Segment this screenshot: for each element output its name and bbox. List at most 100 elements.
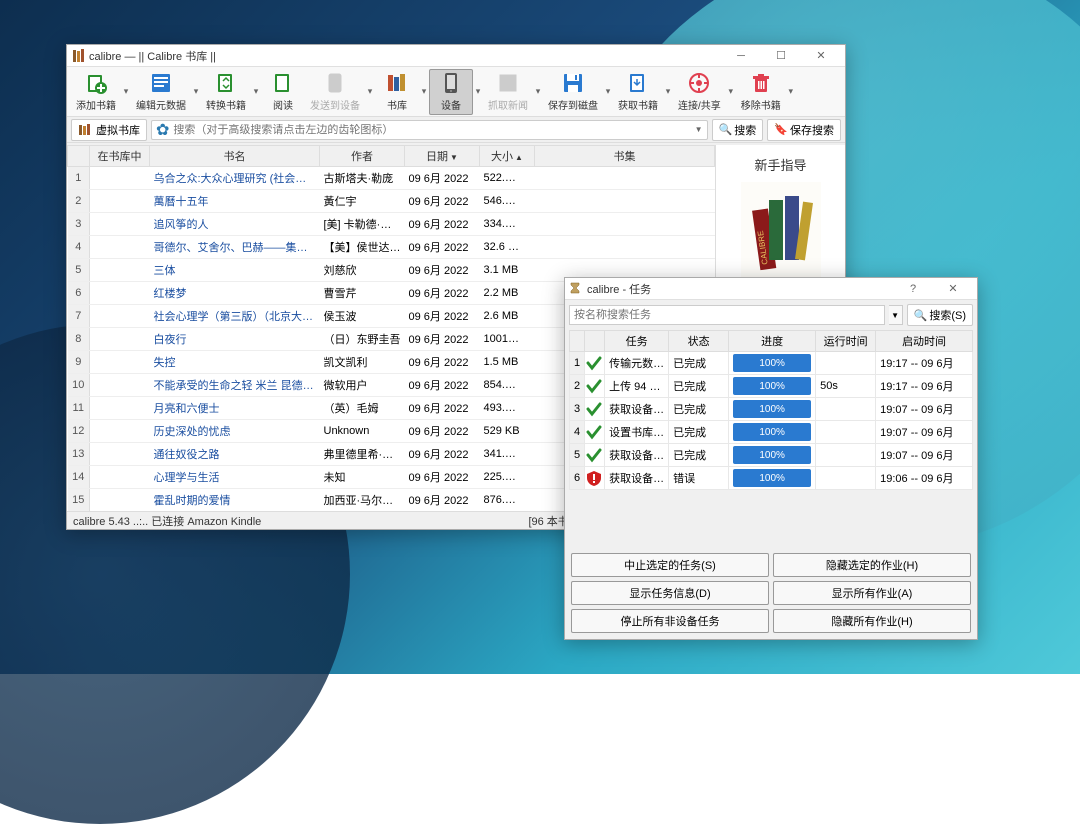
col-series[interactable]: 书集 [535, 146, 715, 167]
book-author: 微软用户 [320, 374, 405, 397]
minimize-button[interactable]: ─ [721, 45, 761, 67]
bookmark-icon: 🔖 [774, 123, 788, 136]
task-row[interactable]: 1 传输元数… 已完成 100% 19:17 -- 09 6月 [570, 352, 973, 375]
task-row[interactable]: 4 设置书库… 已完成 100% 19:07 -- 09 6月 [570, 421, 973, 444]
col-rownum[interactable] [68, 146, 90, 167]
tcol-progress[interactable]: 进度 [729, 331, 816, 352]
book-date: 09 6月 2022 [405, 374, 480, 397]
hide-selected-button[interactable]: 隐藏选定的作业(H) [773, 553, 971, 577]
read-button[interactable]: 阅读 [261, 69, 305, 115]
col-author[interactable]: 作者 [320, 146, 405, 167]
book-size: 1.5 MB [480, 351, 535, 374]
add-dropdown-arrow[interactable]: ▾ [121, 86, 131, 97]
task-search-dropdown[interactable]: ▼ [889, 305, 903, 325]
save-search-button[interactable]: 🔖 保存搜索 [767, 119, 841, 141]
tcol-starttime[interactable]: 启动时间 [876, 331, 973, 352]
task-row[interactable]: 3 获取设备… 已完成 100% 19:07 -- 09 6月 [570, 398, 973, 421]
check-icon [585, 375, 605, 398]
task-row[interactable]: 6 获取设备… 错误 100% 19:06 -- 09 6月 [570, 467, 973, 490]
main-window-title: calibre — || Calibre 书库 || [89, 48, 721, 64]
tasks-titlebar[interactable]: calibre - 任务 ? ✕ [565, 278, 977, 300]
gear-icon[interactable]: ✿ [156, 120, 169, 140]
task-name: 传输元数… [605, 352, 669, 375]
convert-button[interactable]: 转换书籍 [201, 69, 251, 115]
convert-dropdown-arrow[interactable]: ▾ [251, 86, 261, 97]
tasks-close-button[interactable]: ✕ [933, 278, 973, 300]
tcol-task[interactable]: 任务 [605, 331, 669, 352]
maximize-button[interactable]: ☐ [761, 45, 801, 67]
search-input-wrap: ✿ ▼ [151, 120, 708, 140]
send-dropdown-arrow[interactable]: ▾ [365, 86, 375, 97]
fetch-dropdown-arrow[interactable]: ▾ [533, 86, 543, 97]
check-icon [585, 398, 605, 421]
library-dropdown-arrow[interactable]: ▾ [419, 86, 429, 97]
book-cover-image[interactable]: CALIBRE [741, 182, 821, 282]
stop-nondevice-button[interactable]: 停止所有非设备任务 [571, 609, 769, 633]
search-input[interactable] [173, 124, 694, 136]
task-search-input[interactable] [569, 305, 885, 325]
save-button[interactable]: 保存到磁盘 [543, 69, 603, 115]
close-button[interactable]: ✕ [801, 45, 841, 67]
task-status: 已完成 [669, 444, 729, 467]
main-titlebar[interactable]: calibre — || Calibre 书库 || ─ ☐ ✕ [67, 45, 845, 67]
editmeta-dropdown-arrow[interactable]: ▾ [191, 86, 201, 97]
fetch-button[interactable]: 抓取新闻 [483, 69, 533, 115]
table-row[interactable]: 3 追风筝的人 [美] 卡勒德·胡赛尼 09 6月 2022 334.… [68, 213, 715, 236]
device-button[interactable]: 设备 [429, 69, 473, 115]
task-search-button[interactable]: 🔍 搜索(S) [907, 304, 973, 326]
device-dropdown-arrow[interactable]: ▾ [473, 86, 483, 97]
book-size: 32.6 … [480, 236, 535, 259]
library-button[interactable]: 书库 [375, 69, 419, 115]
col-size[interactable]: 大小▲ [480, 146, 535, 167]
book-size: 2.6 MB [480, 305, 535, 328]
hide-all-button[interactable]: 隐藏所有作业(H) [773, 609, 971, 633]
task-row[interactable]: 2 上传 94 … 已完成 100% 50s 19:17 -- 09 6月 [570, 375, 973, 398]
search-button[interactable]: 🔍 搜索 [712, 119, 764, 141]
save-dropdown-arrow[interactable]: ▾ [603, 86, 613, 97]
editmeta-button[interactable]: 编辑元数据 [131, 69, 191, 115]
table-row[interactable]: 1 乌合之众:大众心理研究 (社会学经典名… 古斯塔夫·勒庞 09 6月 202… [68, 167, 715, 190]
book-title: 红楼梦 [150, 282, 320, 305]
get-dropdown-arrow[interactable]: ▾ [663, 86, 673, 97]
table-row[interactable]: 2 萬曆十五年 黃仁宇 09 6月 2022 546.… [68, 190, 715, 213]
remove-button[interactable]: 移除书籍 [736, 69, 786, 115]
connect-dropdown-arrow[interactable]: ▾ [726, 86, 736, 97]
tasks-table[interactable]: 任务 状态 进度 运行时间 启动时间 1 传输元数… 已完成 100% 19:1… [569, 330, 973, 490]
book-author: Unknown [320, 420, 405, 443]
remove-dropdown-arrow[interactable]: ▾ [786, 86, 796, 97]
send-button[interactable]: 发送到设备 [305, 69, 365, 115]
table-row[interactable]: 4 哥德尔、艾舍尔、巴赫——集异璧之大… 【美】侯世达 & … 09 6月 20… [68, 236, 715, 259]
book-title: 追风筝的人 [150, 213, 320, 236]
book-title: 通往奴役之路 [150, 443, 320, 466]
dropdown-icon[interactable]: ▼ [695, 125, 703, 134]
book-author: 刘慈欣 [320, 259, 405, 282]
search-icon: 🔍 [719, 123, 733, 136]
tcol-icon[interactable] [585, 331, 605, 352]
tcol-rownum[interactable] [570, 331, 585, 352]
book-title: 心理学与生活 [150, 466, 320, 489]
tcol-runtime[interactable]: 运行时间 [816, 331, 876, 352]
book-author: [美] 卡勒德·胡赛尼 [320, 213, 405, 236]
task-row[interactable]: 5 获取设备… 已完成 100% 19:07 -- 09 6月 [570, 444, 973, 467]
book-title: 白夜行 [150, 328, 320, 351]
tcol-status[interactable]: 状态 [669, 331, 729, 352]
show-all-button[interactable]: 显示所有作业(A) [773, 581, 971, 605]
col-title[interactable]: 书名 [150, 146, 320, 167]
task-status: 已完成 [669, 352, 729, 375]
virtual-library-button[interactable]: 虚拟书库 [71, 119, 147, 141]
book-title: 月亮和六便士 [150, 397, 320, 420]
main-toolbar: 添加书籍▾编辑元数据▾转换书籍▾阅读发送到设备▾书库▾设备▾抓取新闻▾保存到磁盘… [67, 67, 845, 117]
progress-bar: 100% [733, 469, 811, 487]
col-date[interactable]: 日期▼ [405, 146, 480, 167]
add-button[interactable]: 添加书籍 [71, 69, 121, 115]
stop-selected-button[interactable]: 中止选定的任务(S) [571, 553, 769, 577]
show-details-button[interactable]: 显示任务信息(D) [571, 581, 769, 605]
connect-button[interactable]: 连接/共享 [673, 69, 726, 115]
get-button[interactable]: 获取书籍 [613, 69, 663, 115]
col-inlib[interactable]: 在书库中 [90, 146, 150, 167]
guide-title: 新手指导 [754, 155, 806, 174]
task-runtime: 50s [816, 375, 876, 398]
book-author: 侯玉波 [320, 305, 405, 328]
book-size: 854.… [480, 374, 535, 397]
help-button[interactable]: ? [893, 278, 933, 300]
